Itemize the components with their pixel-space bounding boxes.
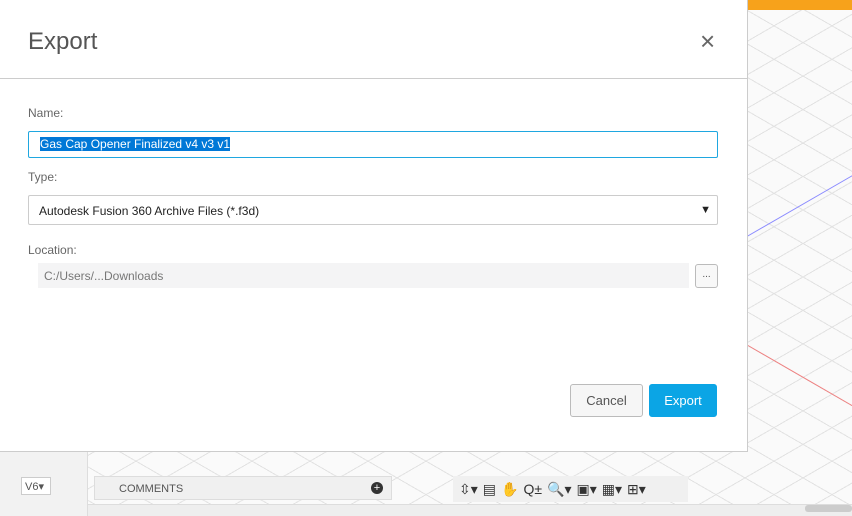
type-value: Autodesk Fusion 360 Archive Files (*.f3d… — [39, 204, 260, 218]
zoom-icon[interactable]: Q± — [523, 481, 542, 497]
location-label: Location: — [28, 243, 77, 257]
browse-button[interactable]: ... — [695, 264, 718, 288]
add-comment-icon[interactable]: + — [371, 482, 383, 494]
type-select[interactable]: Autodesk Fusion 360 Archive Files (*.f3d… — [28, 195, 718, 225]
name-value: Gas Cap Opener Finalized v4 v3 v1 — [40, 137, 231, 151]
orbit-icon[interactable]: ⇳▾ — [459, 481, 478, 498]
look-at-icon[interactable]: ▤ — [483, 481, 496, 498]
chevron-down-icon: ▼ — [700, 204, 711, 216]
divider — [0, 78, 748, 79]
display-settings-icon[interactable]: ▣▾ — [576, 481, 596, 498]
version-dropdown[interactable]: V6▾ — [21, 477, 51, 495]
export-button[interactable]: Export — [649, 384, 717, 417]
scrollbar-thumb[interactable] — [805, 505, 852, 512]
navigation-toolbar: ⇳▾ ▤ ✋ Q± 🔍▾ ▣▾ ▦▾ ⊞▾ — [453, 476, 688, 502]
cancel-button[interactable]: Cancel — [570, 384, 643, 417]
viewports-icon[interactable]: ⊞▾ — [627, 481, 646, 498]
pan-icon[interactable]: ✋ — [501, 481, 518, 498]
close-icon[interactable]: × — [700, 28, 715, 54]
dialog-title: Export — [28, 28, 98, 55]
export-dialog: Export × Name: Gas Cap Opener Finalized … — [0, 0, 748, 452]
comments-panel[interactable]: COMMENTS + — [94, 476, 392, 500]
bottom-scrollbar-track — [88, 504, 852, 516]
type-label: Type: — [28, 170, 58, 184]
name-input[interactable]: Gas Cap Opener Finalized v4 v3 v1 — [28, 131, 718, 158]
location-field: C:/Users/...Downloads — [38, 263, 689, 288]
top-accent-bar — [748, 0, 852, 10]
comments-label: COMMENTS — [119, 483, 184, 495]
grid-icon[interactable]: ▦▾ — [602, 481, 622, 498]
fit-icon[interactable]: 🔍▾ — [547, 481, 571, 498]
name-label: Name: — [28, 106, 64, 120]
